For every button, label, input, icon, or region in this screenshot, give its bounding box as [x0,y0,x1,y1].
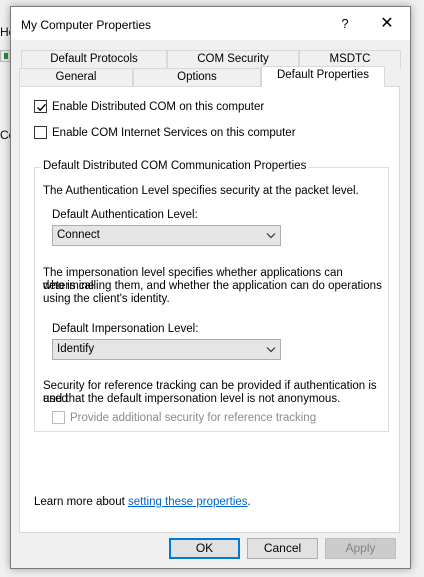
impersonation-level-value: Identify [57,343,95,355]
default-properties-panel: Enable Distributed COM on this computer … [19,86,400,533]
learn-more-link[interactable]: setting these properties [128,496,248,508]
tab-general[interactable]: General [19,68,133,87]
title-bar[interactable]: My Computer Properties ? ✕ [11,7,410,40]
checkmark-icon [37,103,47,112]
tab-options[interactable]: Options [133,68,261,87]
close-button[interactable]: ✕ [367,7,407,40]
enable-cis-label: Enable COM Internet Services on this com… [52,126,296,139]
auth-level-select[interactable]: Connect [52,225,281,246]
enable-dcom-checkbox[interactable] [34,100,47,113]
dialog-title: My Computer Properties [21,18,152,32]
help-button[interactable]: ? [325,7,365,40]
dcom-communication-groupbox: Default Distributed COM Communication Pr… [34,160,389,432]
group-title: Default Distributed COM Communication Pr… [41,160,309,172]
enable-cis-checkbox[interactable] [34,126,47,139]
impersonation-level-label: Default Impersonation Level: [52,323,199,335]
impersonation-level-select[interactable]: Identify [52,339,281,360]
auth-level-value: Connect [57,229,100,241]
reference-tracking-checkbox[interactable] [52,411,65,424]
impersonation-description-line2: who is calling them, and whether the app… [43,280,382,292]
auth-level-label: Default Authentication Level: [52,209,198,221]
tab-default-properties[interactable]: Default Properties [261,66,385,87]
enable-cis-checkbox-row[interactable]: Enable COM Internet Services on this com… [34,126,296,139]
chevron-down-icon [266,347,276,353]
learn-more-text: Learn more about setting these propertie… [34,496,251,509]
apply-button[interactable]: Apply [325,538,396,559]
reference-tracking-label: Provide additional security for referenc… [70,411,317,424]
learn-more-suffix: . [247,496,251,508]
impersonation-description-line3: using the client's identity. [43,293,170,305]
learn-more-prefix: Learn more about [34,496,128,508]
tab-default-protocols[interactable]: Default Protocols [21,50,167,69]
ok-button[interactable]: OK [169,538,240,559]
enable-dcom-checkbox-row[interactable]: Enable Distributed COM on this computer [34,100,264,113]
properties-dialog: My Computer Properties ? ✕ Default Proto… [10,6,411,569]
reference-tracking-description-line2: and that the default impersonation level… [43,393,341,405]
cancel-button[interactable]: Cancel [247,538,318,559]
chevron-down-icon [266,233,276,239]
enable-dcom-label: Enable Distributed COM on this computer [52,100,265,113]
auth-description: The Authentication Level specifies secur… [43,185,359,197]
reference-tracking-checkbox-row[interactable]: Provide additional security for referenc… [52,411,316,424]
